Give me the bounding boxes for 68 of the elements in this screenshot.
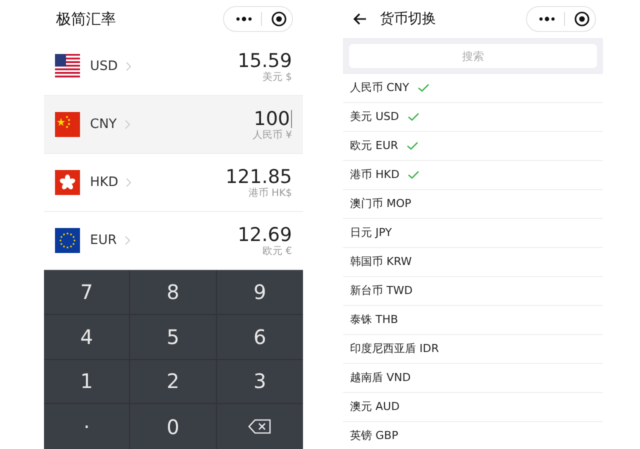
amount-value: 15.59 <box>238 50 292 72</box>
keypad-key[interactable]: 1 <box>44 360 130 404</box>
option-label: 越南盾 VND <box>350 370 411 386</box>
more-icon[interactable] <box>236 16 252 22</box>
chevron-icon <box>124 236 130 245</box>
option-label: 印度尼西亚盾 IDR <box>350 340 439 357</box>
back-icon[interactable] <box>353 13 367 25</box>
option-label: 韩国币 KRW <box>350 254 412 270</box>
option-label: 欧元 EUR <box>350 138 398 154</box>
currency-option[interactable]: 泰铢 THB <box>343 306 603 335</box>
option-label: 英镑 GBP <box>350 428 398 444</box>
currency-code: USD <box>90 58 118 76</box>
chevron-icon <box>126 62 131 71</box>
record-icon[interactable] <box>574 11 590 27</box>
keypad-key[interactable]: 4 <box>44 314 130 360</box>
currency-unit: 美元 $ <box>262 72 292 84</box>
keypad-key[interactable]: 3 <box>216 360 303 404</box>
search-field[interactable]: 搜索 <box>349 44 597 68</box>
currency-code: HKD <box>90 174 118 192</box>
currency-option[interactable]: 英镑 GBP <box>343 422 603 449</box>
currency-option[interactable]: 欧元 EUR <box>343 132 603 161</box>
keypad-key[interactable]: 6 <box>216 314 303 360</box>
chevron-icon <box>126 178 132 187</box>
currency-option[interactable]: 港币 HKD <box>343 161 603 190</box>
option-label: 人民币 CNY <box>350 80 410 96</box>
more-icon[interactable] <box>539 16 555 22</box>
currency-row[interactable]: CNY 100 人民币 ¥ <box>44 96 303 154</box>
currency-option[interactable]: 日元 JPY <box>343 219 603 248</box>
currency-option[interactable]: 澳元 AUD <box>343 393 603 422</box>
keypad-key[interactable]: 5 <box>130 314 217 360</box>
currency-code: EUR <box>90 232 117 250</box>
currency-option[interactable]: 新台币 TWD <box>343 277 603 306</box>
option-label: 澳元 AUD <box>350 398 400 415</box>
currency-option[interactable]: 澳门币 MOP <box>343 190 603 219</box>
flag-icon <box>55 54 80 79</box>
currency-unit: 人民币 ¥ <box>252 130 292 142</box>
currency-option[interactable]: 韩国币 KRW <box>343 248 603 277</box>
flag-icon <box>55 228 80 253</box>
record-icon[interactable] <box>271 11 287 27</box>
option-label: 新台币 TWD <box>350 282 413 299</box>
option-label: 泰铢 THB <box>350 312 398 328</box>
amount-value: 12.69 <box>238 224 292 246</box>
keypad-key[interactable]: . <box>44 404 130 449</box>
option-label: 澳门币 MOP <box>350 196 412 212</box>
backspace-icon <box>248 419 272 434</box>
option-label: 美元 USD <box>350 108 400 125</box>
keypad-key[interactable]: 0 <box>130 404 217 449</box>
currency-option[interactable]: 人民币 CNY <box>343 74 603 103</box>
keypad-key[interactable]: 8 <box>130 270 217 315</box>
app-title: 极简汇率 <box>56 8 116 30</box>
amount-value: 121.85 <box>226 166 292 188</box>
keypad-key[interactable]: 9 <box>216 270 303 315</box>
option-label: 日元 JPY <box>350 224 392 241</box>
keypad-key[interactable]: 7 <box>44 270 130 315</box>
chevron-icon <box>124 120 130 129</box>
amount-value: 100 <box>254 108 290 130</box>
currency-code: CNY <box>90 116 117 134</box>
currency-unit: 港币 HK$ <box>248 188 292 200</box>
currency-option[interactable]: 美元 USD <box>343 103 603 132</box>
text-cursor <box>291 110 292 128</box>
keypad-key[interactable]: 2 <box>130 360 217 404</box>
flag-icon <box>55 170 80 195</box>
option-label: 港币 HKD <box>350 166 400 183</box>
flag-icon <box>55 112 80 137</box>
currency-option[interactable]: 印度尼西亚盾 IDR <box>343 335 603 364</box>
page-title: 货币切换 <box>380 10 436 28</box>
currency-unit: 欧元 € <box>262 246 292 258</box>
currency-option[interactable]: 越南盾 VND <box>343 364 603 393</box>
